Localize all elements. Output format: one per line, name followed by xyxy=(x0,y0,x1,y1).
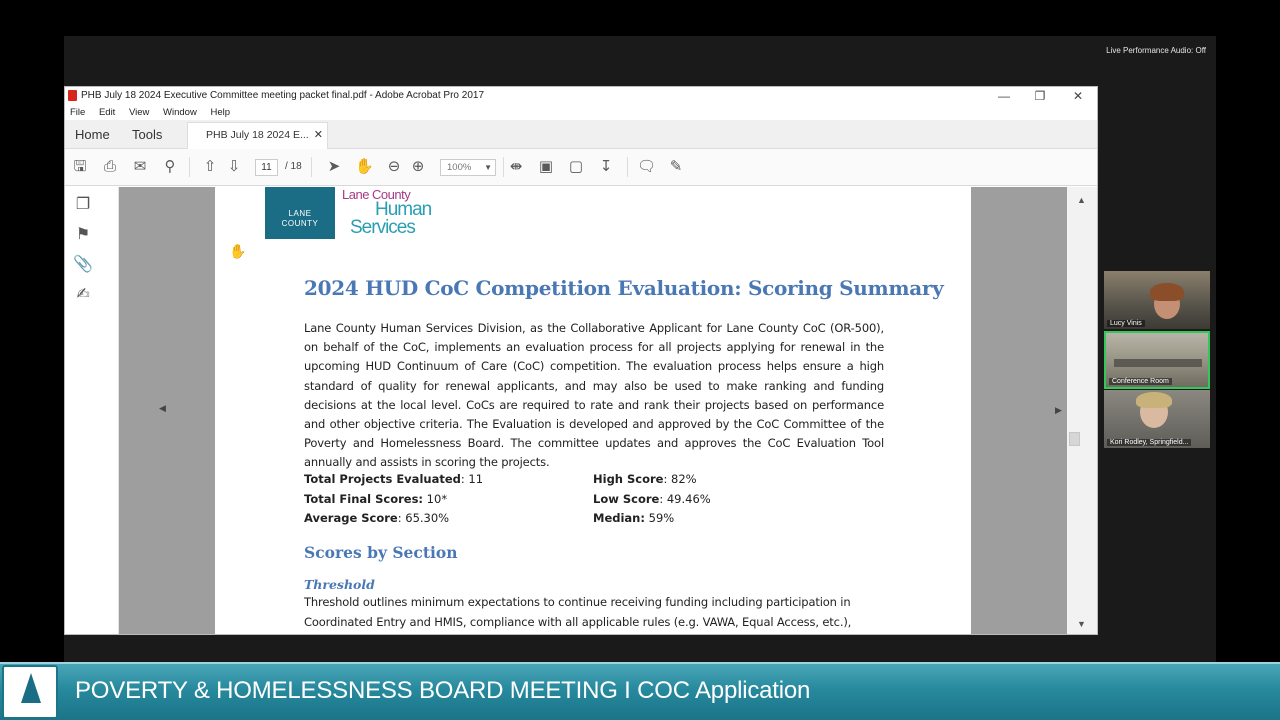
menu-help[interactable]: Help xyxy=(210,105,230,120)
live-audio-status: Live Performance Audio: Off xyxy=(1106,46,1206,55)
stat-value: : 65.30% xyxy=(397,511,450,525)
intro-paragraph: Lane County Human Services Division, as … xyxy=(304,321,884,470)
stat-label: Median: xyxy=(593,511,645,525)
stat-average: Average Score: 65.30% xyxy=(304,511,449,525)
toolbar-divider xyxy=(311,157,312,177)
lane-county-logo: LANE COUNTY xyxy=(265,187,335,239)
participant-name: Lucy Vinis xyxy=(1107,320,1145,327)
logo-text-services: Services xyxy=(350,217,416,238)
stream-frame: Live Performance Audio: Off PHB July 18 … xyxy=(0,0,1280,720)
document-tab-label: PHB July 18 2024 E... xyxy=(206,129,309,141)
tab-bar: Home Tools PHB July 18 2024 E... ✕ xyxy=(65,120,1097,149)
save-icon[interactable]: 🖫 xyxy=(71,158,89,176)
threshold-paragraph: Threshold outlines minimum expectations … xyxy=(304,595,852,629)
stat-median: Median: 59% xyxy=(593,511,674,525)
select-arrow-icon[interactable]: ➤ xyxy=(325,158,343,176)
stat-value: : 49.46% xyxy=(659,492,711,506)
print-icon[interactable]: ⎙ xyxy=(101,158,119,176)
vertical-scrollbar[interactable]: ▲ ▶ ▼ xyxy=(1055,187,1097,634)
pdf-icon xyxy=(68,90,77,101)
participant-video-tile[interactable]: Lucy Vinis xyxy=(1104,271,1210,329)
stat-label: Low Score xyxy=(593,492,660,506)
hand-tool-icon[interactable]: ✋ xyxy=(355,158,374,176)
lower-third-banner: POVERTY & HOMELESSNESS BOARD MEETING I C… xyxy=(0,662,1280,720)
pdf-page: LANE COUNTY Lane County Human Services 20… xyxy=(215,187,971,634)
page-number-input[interactable]: 11 xyxy=(255,159,278,176)
zoom-level-select[interactable]: 100% ▼ xyxy=(440,159,496,176)
hand-cursor-icon: ✋ xyxy=(229,243,247,259)
document-pane[interactable]: ◀ LANE COUNTY Lane County Human Services … xyxy=(119,187,1067,634)
attachment-icon[interactable]: 📎 xyxy=(73,255,93,275)
stat-value: : 11 xyxy=(460,472,484,486)
scroll-thumb[interactable] xyxy=(1069,432,1080,446)
next-page-icon[interactable]: ⇩ xyxy=(225,158,243,176)
navigation-rail: ❐ ⚑ 📎 ✍ xyxy=(65,187,119,634)
page-total: / 18 xyxy=(285,161,302,172)
scroll-up-icon[interactable]: ▲ xyxy=(1077,195,1086,205)
full-screen-icon[interactable]: ▢ xyxy=(567,158,585,176)
zoom-out-icon[interactable]: ⊖ xyxy=(385,158,403,176)
subheading-threshold: Threshold xyxy=(304,577,375,592)
acrobat-window: PHB July 18 2024 Executive Committee mee… xyxy=(64,86,1098,635)
tree-icon xyxy=(21,673,41,703)
participant-hair xyxy=(1150,283,1184,301)
banner-title: POVERTY & HOMELESSNESS BOARD MEETING I C… xyxy=(75,677,811,704)
scroll-mode-icon[interactable]: ↧ xyxy=(597,158,615,176)
tab-document[interactable]: PHB July 18 2024 E... ✕ xyxy=(187,122,328,149)
window-title: PHB July 18 2024 Executive Committee mee… xyxy=(81,90,485,101)
stat-label: Total Projects Evaluated xyxy=(304,472,461,486)
collapse-left-panel-icon[interactable]: ◀ xyxy=(159,403,166,414)
fit-width-icon[interactable]: ⇼ xyxy=(507,158,525,176)
stat-low: Low Score: 49.46% xyxy=(593,492,711,506)
toolbar: 🖫 ⎙ ✉ ⚲ ⇧ ⇩ 11 / 18 ➤ ✋ ⊖ ⊕ 100% ▼ ⇼ ▣ ▢… xyxy=(65,149,1097,186)
stat-label: Average Score xyxy=(304,511,398,525)
title-bar: PHB July 18 2024 Executive Committee mee… xyxy=(65,87,1097,105)
bookmark-icon[interactable]: ⚑ xyxy=(73,225,93,245)
zoom-level-value: 100% xyxy=(447,162,472,173)
page-thumbnails-icon[interactable]: ❐ xyxy=(73,195,93,215)
restore-icon[interactable]: ❐ xyxy=(1027,88,1053,104)
zoom-in-icon[interactable]: ⊕ xyxy=(409,158,427,176)
minimize-icon[interactable]: — xyxy=(991,88,1017,104)
stat-value: : 82% xyxy=(663,472,697,486)
menu-file[interactable]: File xyxy=(70,105,85,120)
email-icon[interactable]: ✉ xyxy=(131,158,149,176)
participant-hair xyxy=(1136,392,1172,408)
stat-total-final: Total Final Scores: 10* xyxy=(304,492,447,506)
close-icon[interactable]: ✕ xyxy=(1065,88,1091,104)
lane-county-tree-logo xyxy=(2,665,58,719)
stat-total-projects: Total Projects Evaluated: 11 xyxy=(304,472,483,486)
search-icon[interactable]: ⚲ xyxy=(161,158,179,176)
chevron-down-icon: ▼ xyxy=(484,163,492,172)
signature-icon[interactable]: ✍ xyxy=(73,285,93,305)
highlight-pen-icon[interactable]: ✎ xyxy=(667,158,685,176)
toolbar-divider xyxy=(627,157,628,177)
participant-video-tile[interactable]: Kori Rodley, Springfield... xyxy=(1104,390,1210,448)
stat-label: High Score xyxy=(593,472,664,486)
participant-name: Kori Rodley, Springfield... xyxy=(1107,439,1192,446)
stat-label: Total Final Scores: xyxy=(304,492,424,506)
section-heading: Scores by Section xyxy=(304,543,458,562)
previous-page-icon[interactable]: ⇧ xyxy=(201,158,219,176)
menu-bar: File Edit View Window Help xyxy=(65,105,1097,120)
menu-window[interactable]: Window xyxy=(163,105,197,120)
stat-value: 10* xyxy=(423,492,448,506)
toolbar-divider xyxy=(189,157,190,177)
participant-video-tile[interactable]: Conference Room xyxy=(1104,331,1210,389)
document-title: 2024 HUD CoC Competition Evaluation: Sco… xyxy=(304,276,944,300)
scroll-down-icon[interactable]: ▼ xyxy=(1077,619,1086,629)
menu-view[interactable]: View xyxy=(129,105,149,120)
tab-tools[interactable]: Tools xyxy=(132,120,162,149)
menu-edit[interactable]: Edit xyxy=(99,105,115,120)
tab-home[interactable]: Home xyxy=(75,120,110,149)
fit-page-icon[interactable]: ▣ xyxy=(537,158,555,176)
participant-name: Conference Room xyxy=(1109,378,1172,385)
comment-icon[interactable]: 🗨 xyxy=(637,158,656,176)
conference-table xyxy=(1114,359,1202,367)
collapse-right-panel-icon[interactable]: ▶ xyxy=(1055,405,1062,416)
stat-value: 59% xyxy=(644,511,675,525)
stat-high: High Score: 82% xyxy=(593,472,697,486)
close-tab-icon[interactable]: ✕ xyxy=(314,123,323,148)
toolbar-divider xyxy=(503,157,504,177)
